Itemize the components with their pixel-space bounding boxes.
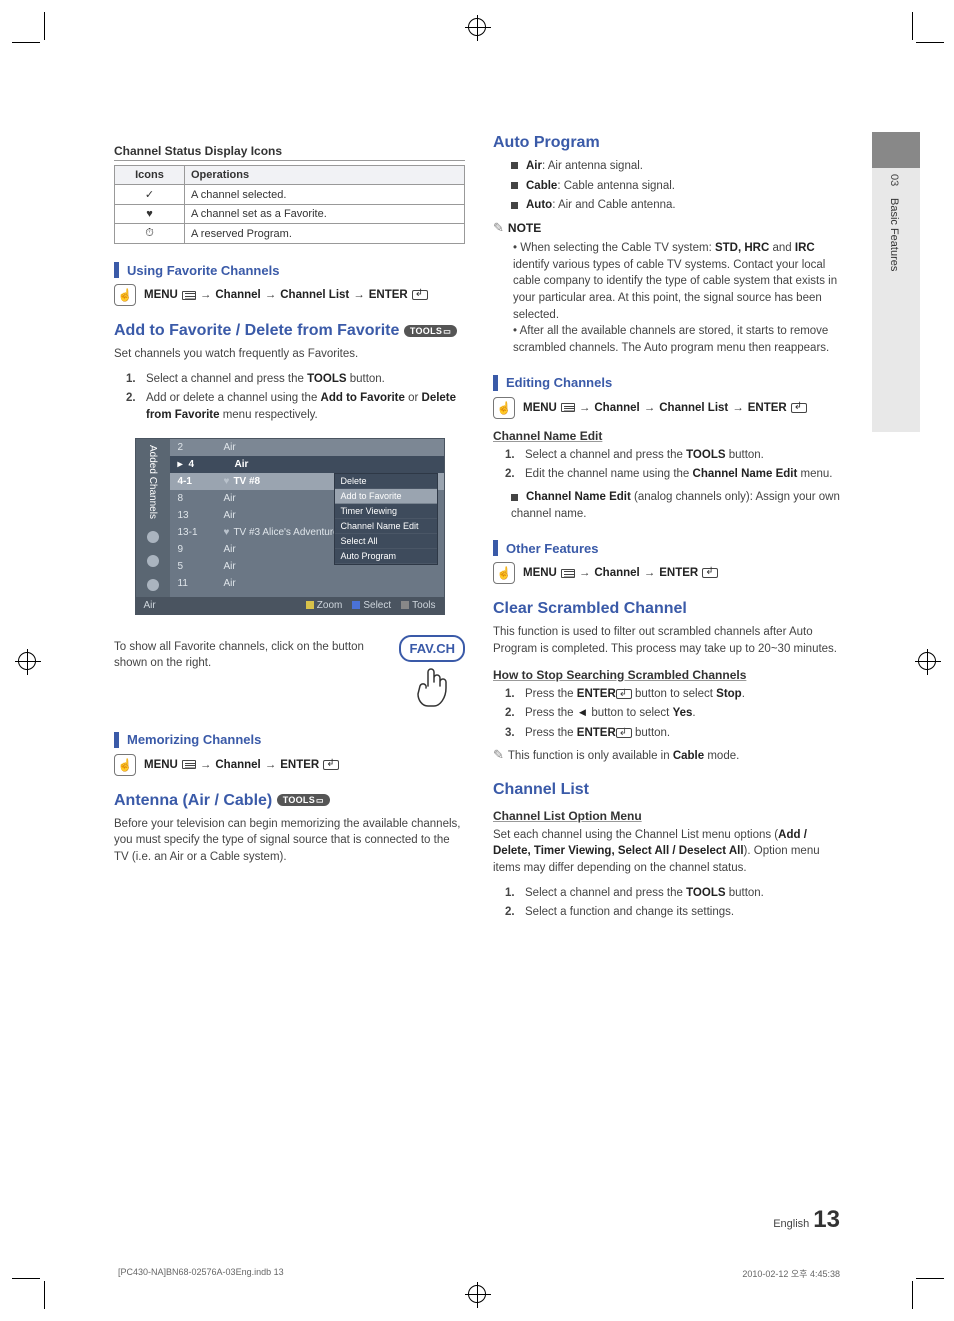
menu-path: ☝ MENU →Channel →ENTER: [493, 562, 844, 584]
using-favorite-channels-title: Using Favorite Channels: [114, 262, 465, 278]
osd-side-icon: [147, 531, 159, 543]
note-list: When selecting the Cable TV system: STD,…: [493, 240, 844, 357]
menu-icon: [561, 403, 575, 412]
registration-mark-icon: [18, 652, 36, 670]
cable-note: ✎This function is only available in Cabl…: [493, 746, 844, 765]
menu-icon: [182, 760, 196, 769]
heart-icon: ♥: [224, 476, 230, 487]
channel-list-option-heading: Channel List Option Menu: [493, 809, 844, 823]
add-favorite-steps: 1. Select a channel and press the TOOLS …: [114, 371, 465, 424]
body-text: This function is used to filter out scra…: [493, 624, 844, 657]
note-icon: ✎: [493, 220, 504, 235]
body-text: Before your television can begin memoriz…: [114, 816, 465, 866]
menu-icon: [182, 291, 196, 300]
add-to-favorite-title: Add to Favorite / Delete from Favorite T…: [114, 322, 465, 340]
note-icon: ✎: [493, 747, 504, 762]
hand-icon: ☝: [493, 562, 515, 584]
menu-path: ☝ MENU →Channel →Channel List →ENTER: [114, 284, 465, 306]
body-text: Set each channel using the Channel List …: [493, 827, 844, 877]
memorizing-channels-title: Memorizing Channels: [114, 732, 465, 748]
heart-icon: ♥: [224, 527, 230, 538]
enter-icon: [702, 568, 718, 578]
favch-text: To show all Favorite channels, click on …: [114, 639, 381, 672]
other-features-title: Other Features: [493, 540, 844, 556]
registration-mark-icon: [918, 652, 936, 670]
icons-table-cell: A reserved Program.: [185, 224, 465, 244]
enter-icon: [616, 728, 632, 738]
hand-icon: ☝: [114, 754, 136, 776]
auto-program-list: Air: Air antenna signal. Cable: Cable an…: [493, 158, 844, 214]
stop-search-heading: How to Stop Searching Scrambled Channels: [493, 668, 844, 682]
print-footer: [PC430-NA]BN68-02576A-03Eng.indb 13 2010…: [118, 1267, 840, 1280]
channel-list-title: Channel List: [493, 781, 844, 799]
heart-icon: ♥: [115, 205, 185, 224]
clear-scrambled-title: Clear Scrambled Channel: [493, 600, 844, 618]
enter-icon: [412, 290, 428, 300]
editing-channels-title: Editing Channels: [493, 375, 844, 391]
left-column: Channel Status Display Icons Icons Opera…: [114, 134, 465, 925]
menu-icon: [561, 569, 575, 578]
enter-icon: [323, 760, 339, 770]
tools-badge: TOOLS▭: [277, 794, 330, 806]
menu-path: ☝ MENU →Channel →Channel List →ENTER: [493, 397, 844, 419]
note-heading: ✎NOTE: [493, 220, 844, 236]
osd-side-icon: [147, 579, 159, 591]
icons-heading: Channel Status Display Icons: [114, 144, 465, 158]
chlist-steps: 1.Select a channel and press the TOOLS b…: [493, 885, 844, 921]
tools-badge: TOOLS▭: [404, 325, 457, 337]
icons-table-header: Operations: [185, 166, 465, 185]
auto-program-title: Auto Program: [493, 134, 844, 152]
enter-icon: [616, 689, 632, 699]
icons-table-cell: A channel set as a Favorite.: [185, 205, 465, 224]
osd-side-icon: [147, 555, 159, 567]
osd-footer: Air Zoom Select Tools: [136, 597, 444, 614]
pointing-hand-icon: [410, 666, 454, 714]
osd-channel-list: Added Channels 2Air ▸4Air 4-1♥TV #8 8Air…: [135, 438, 445, 615]
hand-icon: ☝: [493, 397, 515, 419]
osd-submenu: Delete Add to Favorite Timer Viewing Cha…: [334, 473, 438, 565]
icons-table-cell: A channel selected.: [185, 185, 465, 205]
hand-icon: ☝: [114, 284, 136, 306]
antenna-title: Antenna (Air / Cable) TOOLS▭: [114, 792, 465, 810]
menu-path: ☝ MENU →Channel →ENTER: [114, 754, 465, 776]
cne-bullet: Channel Name Edit (analog channels only)…: [493, 489, 844, 522]
enter-icon: [791, 403, 807, 413]
check-icon: ✓: [115, 185, 185, 205]
stop-steps: 1.Press the ENTER button to select Stop.…: [493, 686, 844, 742]
right-column: Auto Program Air: Air antenna signal. Ca…: [493, 134, 844, 925]
body-text: Set channels you watch frequently as Fav…: [114, 346, 465, 363]
favch-button[interactable]: FAV.CH: [399, 635, 465, 662]
page-number: English13: [773, 1206, 840, 1234]
channel-name-edit-heading: Channel Name Edit: [493, 429, 844, 443]
icons-table-header: Icons: [115, 166, 185, 185]
clock-icon: ⏱: [115, 224, 185, 244]
osd-side-label: Added Channels: [145, 439, 160, 525]
icons-table: Icons Operations ✓ A channel selected. ♥…: [114, 165, 465, 244]
cne-steps: 1.Select a channel and press the TOOLS b…: [493, 447, 844, 483]
